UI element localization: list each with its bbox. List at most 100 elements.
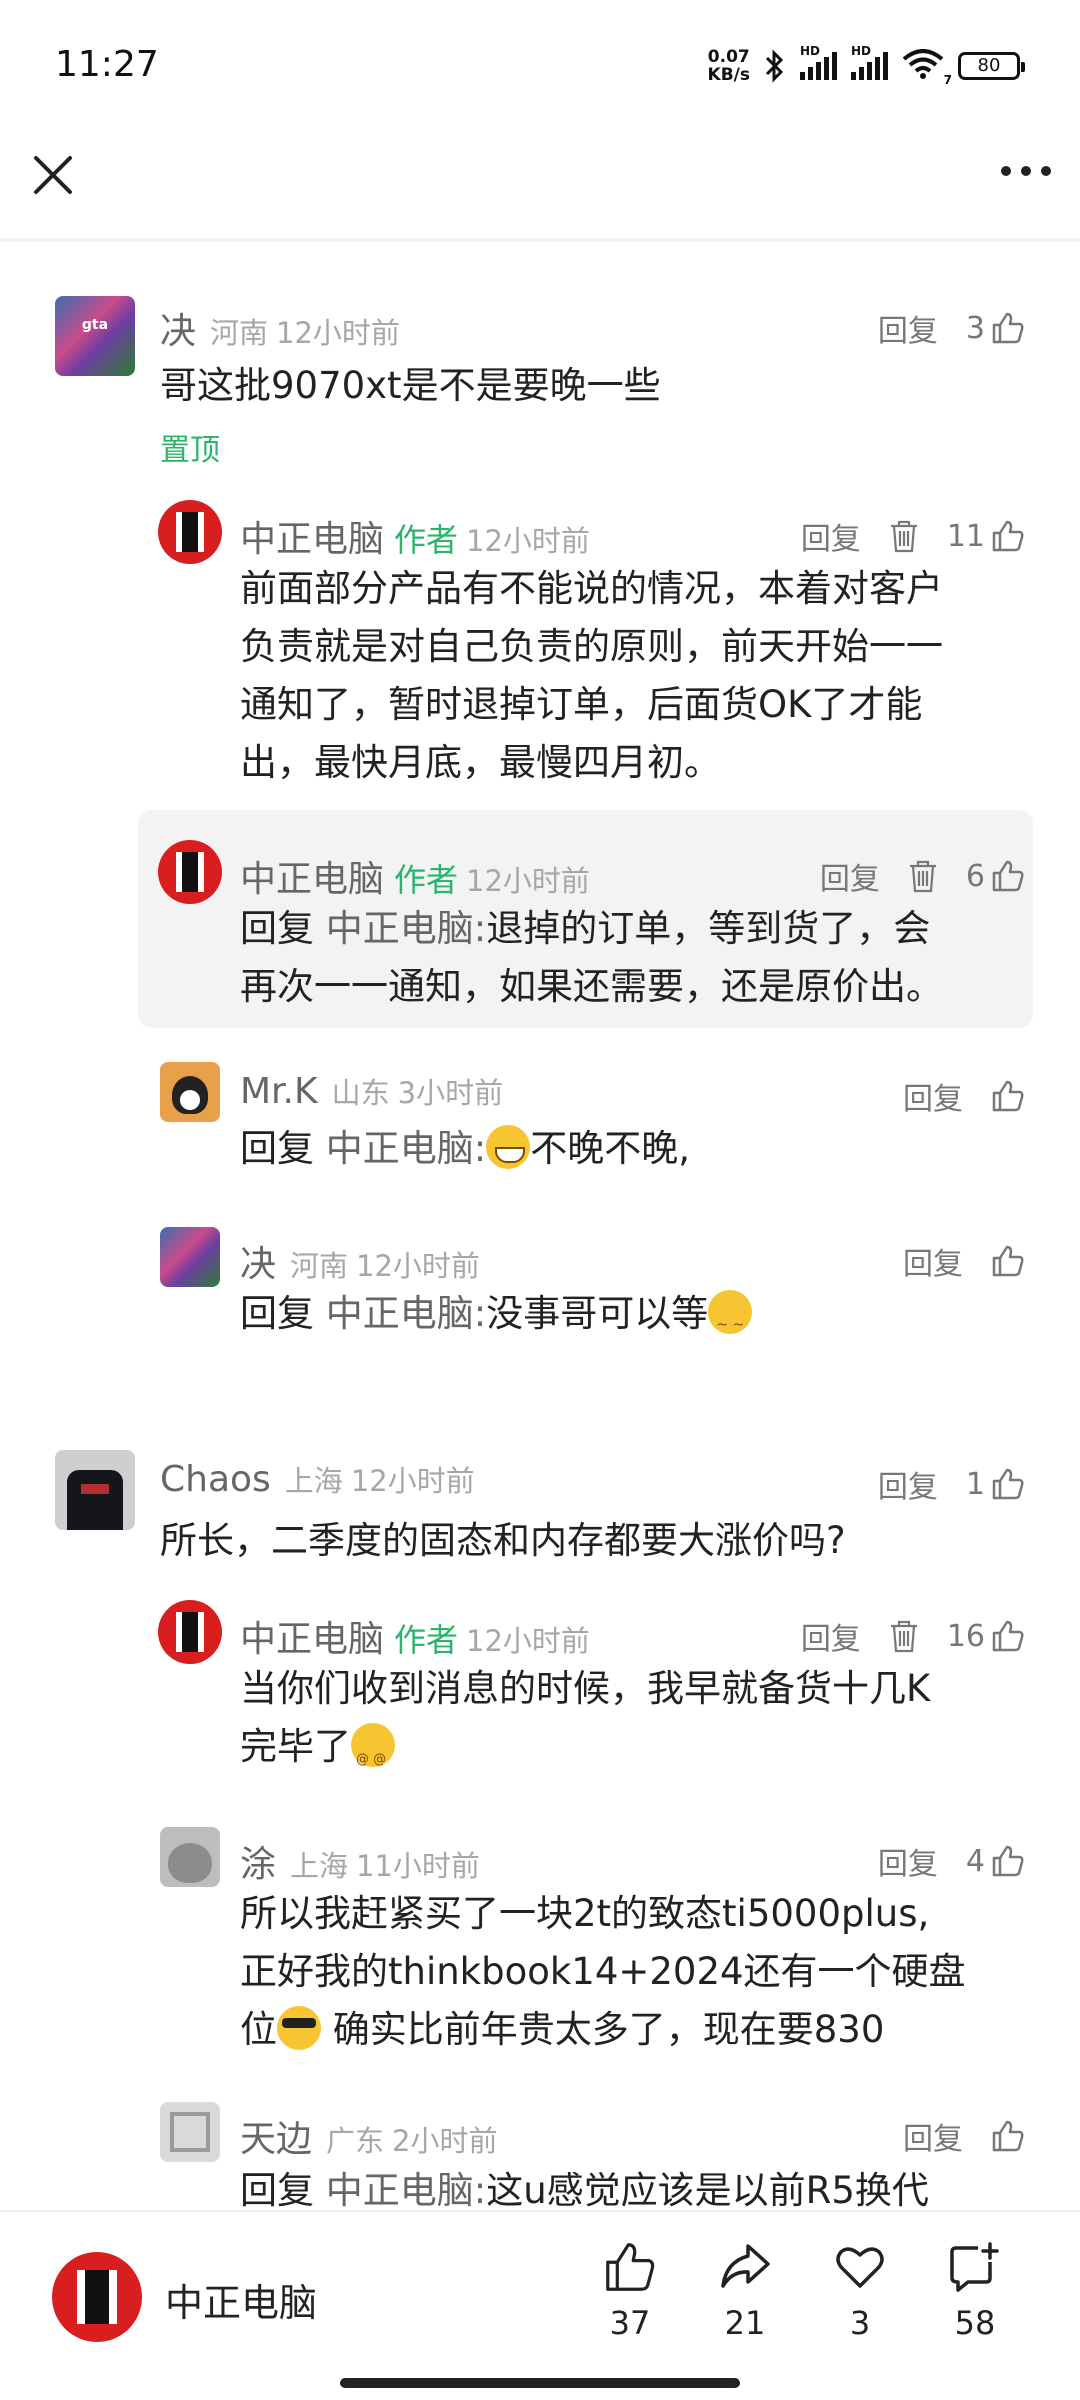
close-icon[interactable] xyxy=(28,150,78,200)
trash-icon[interactable] xyxy=(889,519,919,553)
author-name[interactable]: 中正电脑 xyxy=(165,2272,317,2327)
comment-text: 前面部分产品有不能说的情况，本着对客户 负责就是对自己负责的原则，前天开始一一 … xyxy=(240,567,943,784)
reply-item: 中正电脑 作者 12小时前 回复 16 当你们收到消息的时候，我早就备货十几K 完毕… xyxy=(0,1600,1080,1800)
avatar[interactable] xyxy=(160,1827,220,1887)
comment-actions: 回复 xyxy=(903,1239,1025,1283)
favorite-count: 3 xyxy=(849,2304,871,2342)
comment-actions: 回复 6 xyxy=(820,854,1025,898)
like-button[interactable]: 6 xyxy=(966,859,1025,894)
like-button[interactable]: 16 xyxy=(947,1619,1025,1654)
avatar[interactable] xyxy=(158,1600,222,1664)
status-time: 11:27 xyxy=(55,44,159,85)
reply-button[interactable]: 回复 xyxy=(820,854,880,898)
top-nav xyxy=(0,130,1080,240)
like-button[interactable] xyxy=(991,1079,1025,1113)
comment-text: 回复 中正电脑: 不晚不晚, xyxy=(240,1125,690,1170)
like-button[interactable]: 3 xyxy=(966,311,1025,346)
comment-author[interactable]: Chaos 上海 12小时前 xyxy=(160,1458,475,1500)
reply-button[interactable]: 回复 xyxy=(878,1462,938,1506)
like-count: 37 xyxy=(609,2304,651,2342)
divider xyxy=(0,238,1080,242)
like-button[interactable] xyxy=(991,1244,1025,1278)
author-badge: 作者 xyxy=(394,521,459,559)
thumb-up-icon xyxy=(992,1845,1024,1877)
share-action[interactable]: 21 xyxy=(700,2240,790,2342)
avatar[interactable] xyxy=(160,1062,220,1122)
reply-button[interactable]: 回复 xyxy=(903,1074,963,1118)
reply-item: 中正电脑 作者 12小时前 回复 6 回复 中正电脑:退掉的订单，等到货了，会 再次… xyxy=(0,840,1080,1020)
comment-actions: 回复 3 xyxy=(878,306,1025,350)
trash-icon[interactable] xyxy=(908,859,938,893)
comment-text: 回复 中正电脑:没事哥可以等 xyxy=(240,1285,753,1354)
sunglasses-emoji-icon xyxy=(277,2006,321,2050)
reply-button[interactable]: 回复 xyxy=(878,306,938,350)
reply-target[interactable]: 中正电脑: xyxy=(326,2169,486,2210)
trash-icon[interactable] xyxy=(889,1619,919,1653)
comment-author[interactable]: 天边 广东 2小时前 xyxy=(240,2110,497,2162)
avatar[interactable] xyxy=(158,500,222,564)
comment-action[interactable]: 58 xyxy=(930,2240,1020,2342)
more-icon[interactable] xyxy=(1000,164,1052,178)
status-icons: 0.07 KB/s HD HD 7 80 xyxy=(707,44,1025,87)
reply-button[interactable]: 回复 xyxy=(801,514,861,558)
avatar[interactable] xyxy=(160,1227,220,1287)
reply-button[interactable]: 回复 xyxy=(801,1614,861,1658)
reply-target[interactable]: 中正电脑: xyxy=(326,1292,486,1335)
comment-author[interactable]: 决河南 12小时前 xyxy=(160,302,400,354)
thumb-up-icon xyxy=(992,860,1024,892)
thumb-up-icon xyxy=(992,1620,1024,1652)
avatar[interactable]: gta xyxy=(55,296,135,376)
comment-author[interactable]: 涂上海 11小时前 xyxy=(240,1835,480,1887)
comment-actions: 回复 4 xyxy=(878,1839,1025,1883)
like-action[interactable]: 37 xyxy=(585,2240,675,2342)
comment-item: Chaos 上海 12小时前 回复 1 所长，二季度的固态和内存都要大涨价吗? xyxy=(0,1450,1080,1600)
author-badge: 作者 xyxy=(394,1621,459,1659)
comment-author[interactable]: 中正电脑 作者 12小时前 xyxy=(240,1610,590,1662)
thumb-up-icon xyxy=(992,1080,1024,1112)
reply-button[interactable]: 回复 xyxy=(903,1239,963,1283)
like-button[interactable]: 4 xyxy=(966,1844,1025,1879)
grin-emoji-icon xyxy=(486,1125,531,1169)
reply-item: 天边 广东 2小时前 回复 回复 中正电脑:这u感觉应该是以前R5换代 xyxy=(0,2100,1080,2210)
comment-text: 哥这批9070xt是不是要晚一些 xyxy=(160,364,661,407)
thumb-up-icon xyxy=(992,1468,1024,1500)
status-bar: 11:27 0.07 KB/s HD HD 7 80 xyxy=(0,0,1080,130)
reply-item: 中正电脑 作者 12小时前 回复 11 前面部分产品有不能说的情况，本着对客户 负责… xyxy=(0,500,1080,800)
pinned-badge: 置顶 xyxy=(160,433,220,468)
reply-target[interactable]: 中正电脑: xyxy=(326,907,486,950)
author-avatar[interactable] xyxy=(52,2252,142,2342)
reply-button[interactable]: 回复 xyxy=(878,1839,938,1883)
network-speed: 0.07 KB/s xyxy=(707,47,750,85)
battery-icon: 80 xyxy=(958,52,1025,80)
reply-item: 决河南 12小时前 回复 回复 中正电脑:没事哥可以等 xyxy=(0,1225,1080,1365)
comment-author[interactable]: 决河南 12小时前 xyxy=(240,1235,480,1287)
comment-actions: 回复 16 xyxy=(801,1614,1025,1658)
dizzy-emoji-icon xyxy=(351,1723,395,1789)
comment-actions: 回复 xyxy=(903,2114,1025,2158)
like-button[interactable]: 1 xyxy=(966,1467,1025,1502)
heart-icon xyxy=(836,2247,884,2288)
comment-author[interactable]: 中正电脑 作者 12小时前 xyxy=(240,510,590,562)
comment-text: 回复 中正电脑:退掉的订单，等到货了，会 再次一一通知，如果还需要，还是原价出。 xyxy=(240,907,943,1008)
signal-2-icon: HD xyxy=(851,44,888,80)
wifi-icon: 7 xyxy=(902,49,952,87)
avatar[interactable] xyxy=(160,2102,220,2162)
comment-count: 58 xyxy=(954,2304,996,2342)
comment-list: gta 决河南 12小时前 回复 3 哥这批9070xt是不是要晚一些 置顶 中正… xyxy=(0,260,1080,2210)
comment-add-icon xyxy=(950,2242,999,2292)
home-indicator[interactable] xyxy=(340,2378,740,2388)
reply-target[interactable]: 中正电脑: xyxy=(326,1127,486,1170)
like-button[interactable] xyxy=(991,2119,1025,2153)
thumb-up-icon xyxy=(992,2120,1024,2152)
reply-button[interactable]: 回复 xyxy=(903,2114,963,2158)
reply-item: Mr.K 山东 3小时前 回复 回复 中正电脑: 不晚不晚, xyxy=(0,1060,1080,1200)
avatar[interactable] xyxy=(158,840,222,904)
reply-item: 涂上海 11小时前 回复 4 所以我赶紧买了一块2t的致态ti5000plus, … xyxy=(0,1825,1080,2065)
favorite-action[interactable]: 3 xyxy=(815,2240,905,2342)
like-button[interactable]: 11 xyxy=(947,519,1025,554)
thumb-up-icon xyxy=(606,2243,655,2291)
avatar[interactable] xyxy=(55,1450,135,1530)
share-icon xyxy=(721,2244,770,2288)
comment-author[interactable]: Mr.K 山东 3小时前 xyxy=(240,1070,503,1112)
comment-author[interactable]: 中正电脑 作者 12小时前 xyxy=(240,850,590,902)
